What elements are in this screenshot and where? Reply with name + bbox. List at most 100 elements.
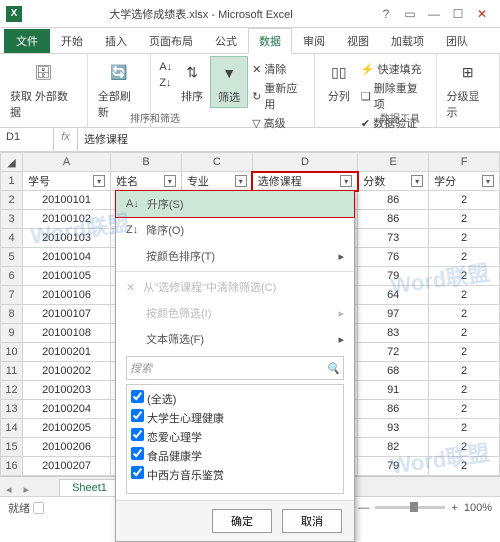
cell[interactable]: 2 bbox=[429, 248, 500, 267]
cell[interactable]: 86 bbox=[358, 191, 429, 210]
cell[interactable]: 2 bbox=[429, 362, 500, 381]
filter-option[interactable]: 食品健康学 bbox=[131, 446, 339, 465]
row-header[interactable]: 6 bbox=[1, 267, 23, 286]
col-header-E[interactable]: E bbox=[358, 153, 429, 172]
cell[interactable]: 76 bbox=[358, 248, 429, 267]
cell[interactable]: 2 bbox=[429, 457, 500, 476]
cell[interactable]: 20100103 bbox=[23, 229, 111, 248]
row-header[interactable]: 16 bbox=[1, 457, 23, 476]
zoom-slider[interactable] bbox=[375, 506, 445, 509]
tab-home[interactable]: 开始 bbox=[50, 28, 94, 53]
cell[interactable]: 2 bbox=[429, 381, 500, 400]
cell[interactable]: 20100206 bbox=[23, 438, 111, 457]
cell[interactable]: 2 bbox=[429, 438, 500, 457]
filter-option[interactable]: 恋爱心理学 bbox=[131, 427, 339, 446]
tab-data[interactable]: 数据 bbox=[248, 28, 292, 54]
sort-descending-item[interactable]: Z↓降序(O) bbox=[116, 217, 354, 243]
col-header-F[interactable]: F bbox=[429, 153, 500, 172]
cell[interactable]: 2 bbox=[429, 267, 500, 286]
cell[interactable]: 20100102 bbox=[23, 210, 111, 229]
text-to-columns-button[interactable]: ▯▯分列 bbox=[321, 56, 357, 106]
cell[interactable]: 2 bbox=[429, 191, 500, 210]
col-header-D[interactable]: D bbox=[252, 153, 357, 172]
filter-dropdown-C[interactable]: ▾ bbox=[235, 175, 247, 187]
reapply-button[interactable]: ↻重新应用 bbox=[250, 79, 306, 113]
cell[interactable]: 2 bbox=[429, 343, 500, 362]
row-header[interactable]: 9 bbox=[1, 324, 23, 343]
cell[interactable]: 2 bbox=[429, 324, 500, 343]
help-icon[interactable]: ? bbox=[374, 4, 398, 24]
cell[interactable]: 20100108 bbox=[23, 324, 111, 343]
sort-ascending-item[interactable]: A↓升序(S) bbox=[116, 191, 354, 217]
tab-addins[interactable]: 加载项 bbox=[380, 28, 435, 53]
row-header[interactable]: 13 bbox=[1, 400, 23, 419]
cell[interactable]: 64 bbox=[358, 286, 429, 305]
zoom-level[interactable]: 100% bbox=[464, 502, 492, 514]
tab-insert[interactable]: 插入 bbox=[94, 28, 138, 53]
name-box[interactable]: D1 bbox=[0, 128, 54, 151]
col-header-B[interactable]: B bbox=[111, 153, 182, 172]
cell[interactable]: 73 bbox=[358, 229, 429, 248]
cell[interactable]: 97 bbox=[358, 305, 429, 324]
cell[interactable]: 20100106 bbox=[23, 286, 111, 305]
filter-dropdown-B[interactable]: ▾ bbox=[164, 175, 176, 187]
row-header[interactable]: 14 bbox=[1, 419, 23, 438]
filter-dropdown-A[interactable]: ▾ bbox=[93, 175, 105, 187]
ribbon-options-icon[interactable]: ▭ bbox=[398, 4, 422, 24]
row-header[interactable]: 8 bbox=[1, 305, 23, 324]
tab-layout[interactable]: 页面布局 bbox=[138, 28, 204, 53]
row-header[interactable]: 7 bbox=[1, 286, 23, 305]
cell[interactable]: 2 bbox=[429, 419, 500, 438]
cell[interactable]: 79 bbox=[358, 457, 429, 476]
row-header[interactable]: 3 bbox=[1, 210, 23, 229]
cell[interactable]: 86 bbox=[358, 400, 429, 419]
row-header[interactable]: 11 bbox=[1, 362, 23, 381]
zoom-out-button[interactable]: — bbox=[358, 502, 369, 514]
cell[interactable]: 20100104 bbox=[23, 248, 111, 267]
fx-icon[interactable]: fx bbox=[54, 128, 78, 151]
minimize-icon[interactable]: — bbox=[422, 4, 446, 24]
cell[interactable]: 86 bbox=[358, 210, 429, 229]
close-icon[interactable]: ✕ bbox=[470, 4, 494, 24]
tab-team[interactable]: 团队 bbox=[435, 28, 479, 53]
filter-option-all[interactable]: (全选) bbox=[131, 389, 339, 408]
get-external-data-button[interactable]: 🗄获取 外部数据 bbox=[6, 56, 81, 122]
sheet-tab[interactable]: Sheet1 bbox=[59, 479, 120, 496]
sheet-nav-next[interactable]: ▸ bbox=[18, 483, 36, 496]
sheet-nav-prev[interactable]: ◂ bbox=[0, 483, 18, 496]
tab-view[interactable]: 视图 bbox=[336, 28, 380, 53]
row-header[interactable]: 5 bbox=[1, 248, 23, 267]
cell[interactable]: 20100202 bbox=[23, 362, 111, 381]
cell[interactable]: 79 bbox=[358, 267, 429, 286]
sort-desc-button[interactable]: Z↓ bbox=[157, 76, 174, 90]
flash-fill-button[interactable]: ⚡快速填充 bbox=[359, 60, 428, 78]
advanced-button[interactable]: ▽高级 bbox=[250, 114, 306, 132]
filter-dropdown-E[interactable]: ▾ bbox=[411, 175, 423, 187]
row-header[interactable]: 1 bbox=[1, 172, 23, 191]
filter-option[interactable]: 大学生心理健康 bbox=[131, 408, 339, 427]
cell[interactable]: 20100107 bbox=[23, 305, 111, 324]
row-header[interactable]: 10 bbox=[1, 343, 23, 362]
tab-file[interactable]: 文件 bbox=[4, 29, 50, 53]
filter-search-input[interactable]: 搜索🔍 bbox=[126, 356, 344, 380]
filter-checklist[interactable]: (全选) 大学生心理健康 恋爱心理学 食品健康学 中西方音乐鉴赏 bbox=[126, 384, 344, 494]
row-header[interactable]: 15 bbox=[1, 438, 23, 457]
outline-button[interactable]: ⊞分级显示 bbox=[443, 56, 493, 122]
tab-formula[interactable]: 公式 bbox=[204, 28, 248, 53]
cell[interactable]: 2 bbox=[429, 286, 500, 305]
select-all-corner[interactable]: ◢ bbox=[1, 153, 23, 172]
row-header[interactable]: 2 bbox=[1, 191, 23, 210]
cell[interactable]: 82 bbox=[358, 438, 429, 457]
cancel-button[interactable]: 取消 bbox=[282, 509, 342, 533]
col-header-A[interactable]: A bbox=[23, 153, 111, 172]
filter-dropdown-D[interactable]: ▾ bbox=[340, 175, 352, 187]
maximize-icon[interactable]: ☐ bbox=[446, 4, 470, 24]
ok-button[interactable]: 确定 bbox=[212, 509, 272, 533]
row-header[interactable]: 12 bbox=[1, 381, 23, 400]
filter-dropdown-F[interactable]: ▾ bbox=[482, 175, 494, 187]
macro-icon[interactable]: ▢ bbox=[33, 503, 44, 515]
cell[interactable]: 2 bbox=[429, 229, 500, 248]
cell[interactable]: 91 bbox=[358, 381, 429, 400]
tab-review[interactable]: 审阅 bbox=[292, 28, 336, 53]
cell[interactable]: 20100205 bbox=[23, 419, 111, 438]
